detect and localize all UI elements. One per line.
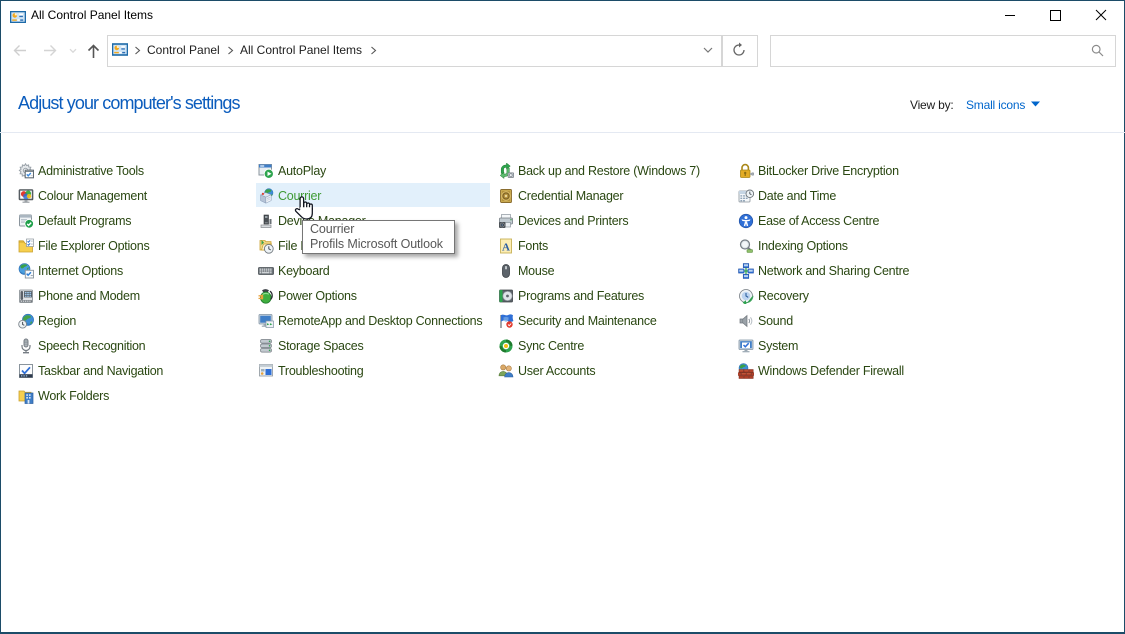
svg-text:A: A [502, 242, 510, 254]
